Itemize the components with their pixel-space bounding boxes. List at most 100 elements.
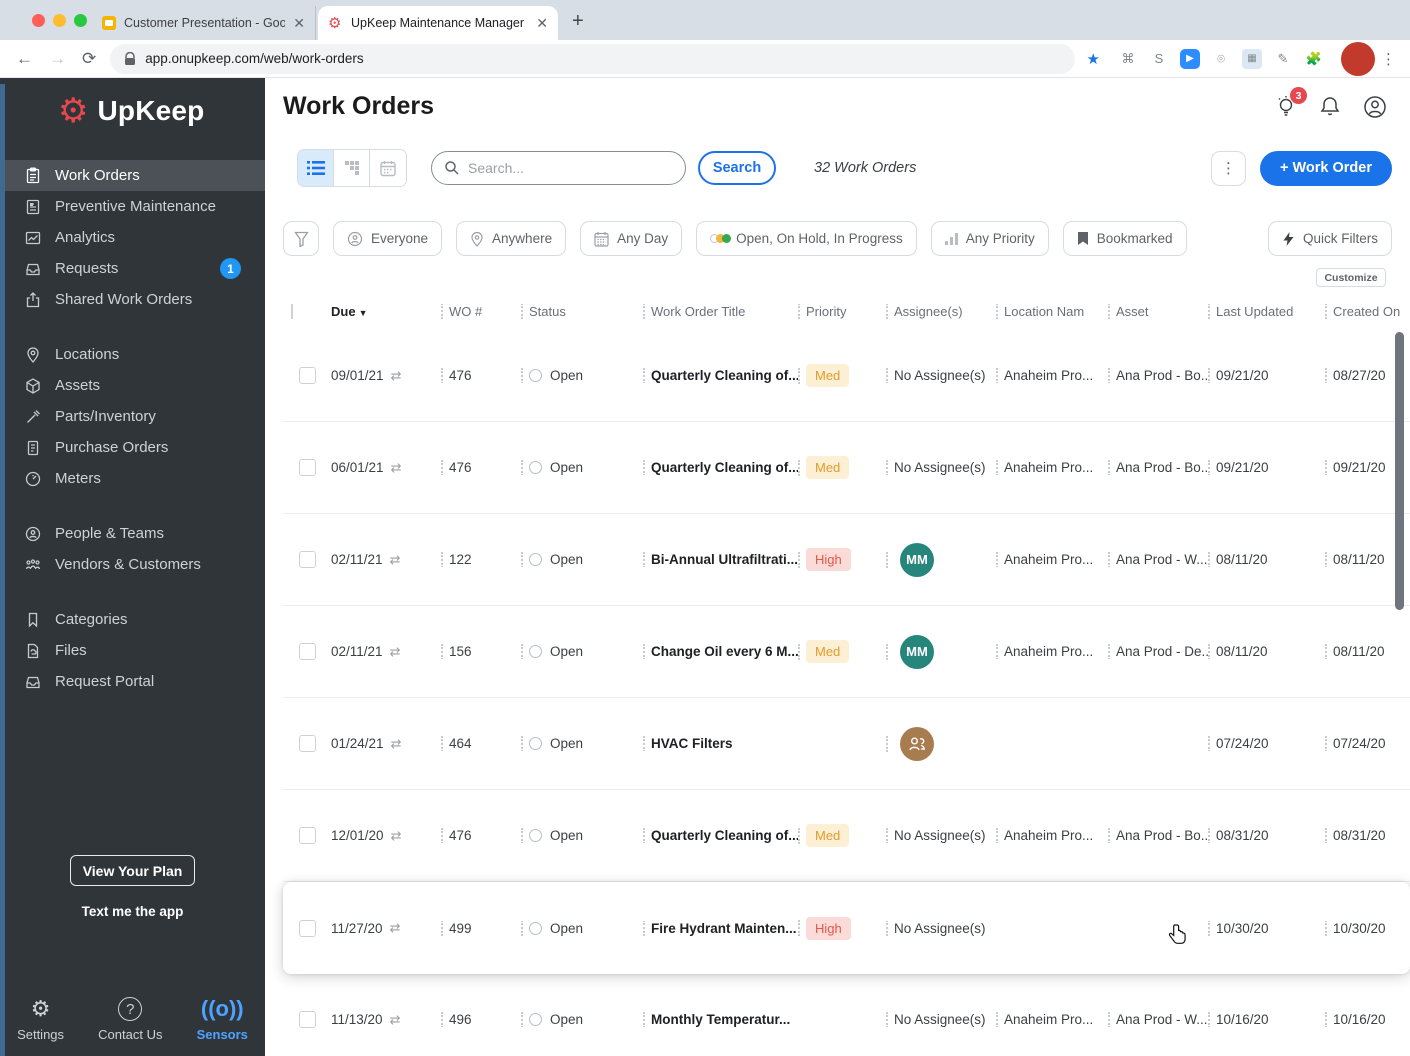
notifications-bell-icon[interactable] — [1318, 94, 1344, 120]
column-asset[interactable]: Asset — [1108, 303, 1208, 319]
sidebar-item-requests[interactable]: Requests 1 — [0, 253, 265, 284]
more-options-button[interactable]: ⋮ — [1211, 150, 1246, 186]
row-checkbox[interactable] — [299, 827, 316, 844]
signature-extension-icon[interactable]: ✎ — [1273, 49, 1293, 69]
table-row[interactable]: 02/11/21 ⇄ 122 Open Bi-Annual Ultrafiltra… — [283, 514, 1410, 606]
select-all-checkbox[interactable] — [291, 303, 293, 319]
column-title[interactable]: Work Order Title — [643, 303, 798, 319]
bookmark-star-icon[interactable]: ★ — [1087, 50, 1100, 68]
calendar-view-button[interactable] — [370, 150, 406, 186]
screenshot-extension-icon[interactable]: ⌾ — [1211, 49, 1231, 69]
browser-profile-avatar[interactable] — [1341, 41, 1375, 76]
customize-button[interactable]: Customize — [1316, 268, 1386, 287]
address-bar[interactable]: app.onupkeep.com/web/work-orders — [110, 43, 1075, 74]
quick-filters-button[interactable]: Quick Filters — [1267, 221, 1392, 256]
column-created-on[interactable]: Created On — [1325, 303, 1410, 319]
table-row-hovered[interactable]: 11/27/20 ⇄ 499 Open Fire Hydrant Mainten.… — [283, 882, 1410, 974]
tab-upkeep[interactable]: ⚙ UpKeep Maintenance Manager ✕ — [318, 6, 558, 40]
status-filter-button[interactable]: Open, On Hold, In Progress — [696, 221, 917, 256]
table-row[interactable]: 01/24/21 ⇄ 464 Open HVAC Filters 07/24/20… — [283, 698, 1410, 790]
column-assignee[interactable]: Assignee(s) — [886, 303, 996, 319]
priority-filter-button[interactable]: Any Priority — [930, 221, 1049, 256]
sidebar-item-people-teams[interactable]: People & Teams — [0, 518, 265, 549]
column-priority[interactable]: Priority — [798, 303, 886, 319]
search-input[interactable] — [468, 160, 648, 176]
row-checkbox[interactable] — [299, 459, 316, 476]
window-extension-icon[interactable]: ▦ — [1242, 48, 1262, 69]
sidebar-item-preventive-maintenance[interactable]: Preventive Maintenance — [0, 191, 265, 222]
document-check-icon — [26, 199, 40, 214]
text-me-the-app-link[interactable]: Text me the app — [0, 904, 265, 919]
table-row[interactable]: 06/01/21 ⇄ 476 Open Quarterly Cleaning of… — [283, 422, 1410, 514]
group-avatar[interactable] — [900, 726, 934, 761]
close-window-button[interactable] — [32, 14, 45, 27]
row-checkbox[interactable] — [299, 919, 316, 937]
sidebar-item-analytics[interactable]: Analytics — [0, 222, 265, 253]
forward-icon[interactable]: → — [49, 49, 66, 69]
profile-icon[interactable] — [1362, 94, 1388, 120]
table-row[interactable]: 12/01/20 ⇄ 476 Open Quarterly Cleaning of… — [283, 790, 1410, 882]
search-box[interactable] — [431, 151, 686, 185]
tab-close-icon[interactable]: ✕ — [536, 15, 548, 32]
date-filter-button[interactable]: Any Day — [580, 221, 683, 256]
zoom-extension-icon[interactable]: ▶ — [1180, 48, 1200, 69]
status-open-icon — [529, 369, 542, 382]
sidebar-item-shared-work-orders[interactable]: Shared Work Orders — [0, 284, 265, 315]
sensors-button[interactable]: ((o)) Sensors — [197, 996, 248, 1042]
row-checkbox[interactable] — [299, 367, 316, 384]
upkeep-logo[interactable]: ⚙ UpKeep — [58, 94, 204, 128]
sidebar-item-purchase-orders[interactable]: Purchase Orders — [0, 432, 265, 463]
scrollbar-thumb[interactable] — [1395, 332, 1404, 610]
sidebar-item-parts-inventory[interactable]: Parts/Inventory — [0, 401, 265, 432]
tab-customer-presentation[interactable]: Customer Presentation - Goog ✕ — [92, 6, 316, 40]
row-checkbox[interactable] — [299, 1011, 316, 1028]
location-filter-button[interactable]: Anywhere — [456, 221, 567, 256]
sidebar-item-work-orders[interactable]: Work Orders — [0, 160, 265, 191]
whats-new-bulb-icon[interactable]: 3 — [1274, 87, 1307, 120]
board-view-button[interactable] — [334, 150, 370, 186]
column-due[interactable]: Due ▼ — [323, 304, 441, 319]
column-status[interactable]: Status — [521, 303, 643, 319]
filter-funnel-button[interactable] — [283, 221, 319, 256]
sidebar-item-locations[interactable]: Locations — [0, 339, 265, 370]
assignee-avatar[interactable]: MM — [900, 542, 934, 577]
sidebar-item-categories[interactable]: Categories — [0, 604, 265, 635]
assignee-filter-button[interactable]: Everyone — [333, 221, 443, 256]
contact-us-button[interactable]: ? Contact Us — [98, 996, 162, 1042]
column-last-updated[interactable]: Last Updated — [1208, 303, 1325, 319]
minimize-window-button[interactable] — [53, 14, 66, 27]
row-checkbox[interactable] — [299, 735, 316, 752]
table-row[interactable]: 02/11/21 ⇄ 156 Open Change Oil every 6 M.… — [283, 606, 1410, 698]
puzzle-extensions-icon[interactable]: 🧩 — [1304, 49, 1324, 69]
bookmarked-filter-button[interactable]: Bookmarked — [1062, 221, 1187, 256]
zoom-window-button[interactable] — [74, 14, 87, 27]
assignee-avatar[interactable]: MM — [900, 634, 934, 669]
help-icon: ? — [118, 996, 143, 1022]
sidebar-item-files[interactable]: Files — [0, 635, 265, 666]
new-work-order-button[interactable]: + Work Order — [1260, 150, 1392, 186]
new-tab-button[interactable]: + — [572, 10, 584, 33]
list-view-button[interactable] — [298, 150, 334, 186]
table-row[interactable]: 11/13/20 ⇄ 496 Open Monthly Temperatur...… — [283, 974, 1410, 1056]
filter-bar: Everyone Anywhere Any Day Open, On Hold,… — [283, 221, 1392, 256]
row-checkbox[interactable] — [299, 643, 316, 660]
sidebar-item-assets[interactable]: Assets — [0, 370, 265, 401]
column-location[interactable]: Location Nam — [996, 303, 1108, 319]
search-button[interactable]: Search — [698, 151, 776, 185]
sidebar-item-request-portal[interactable]: Request Portal — [0, 666, 265, 697]
sidebar-item-meters[interactable]: Meters — [0, 463, 265, 494]
row-checkbox[interactable] — [299, 551, 316, 568]
table-row[interactable]: 09/01/21 ⇄ 476 Open Quarterly Cleaning of… — [283, 330, 1410, 422]
wo-number: 499 — [441, 920, 521, 936]
camera-extension-icon[interactable]: ⌘ — [1118, 49, 1138, 69]
refresh-icon[interactable]: ⟳ — [82, 49, 96, 69]
settings-button[interactable]: ⚙ Settings — [17, 996, 64, 1042]
location: Anaheim Pro... — [996, 460, 1108, 475]
back-icon[interactable]: ← — [16, 49, 33, 69]
tab-close-icon[interactable]: ✕ — [293, 15, 305, 32]
s-extension-icon[interactable]: S — [1149, 49, 1169, 69]
chrome-menu-icon[interactable]: ⋮ — [1381, 50, 1396, 68]
column-wo-number[interactable]: WO # — [441, 303, 521, 319]
view-your-plan-button[interactable]: View Your Plan — [70, 855, 195, 886]
sidebar-item-vendors-customers[interactable]: Vendors & Customers — [0, 549, 265, 580]
